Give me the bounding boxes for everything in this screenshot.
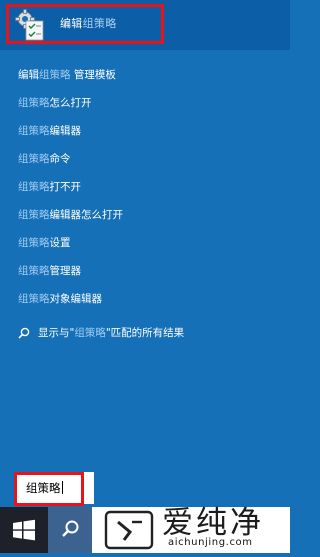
result-item[interactable]: 组策略打不开: [18, 179, 81, 195]
windows-logo-icon: [13, 519, 35, 541]
result-item[interactable]: 组策略命令: [18, 151, 71, 167]
result-item[interactable]: 组策略编辑器怎么打开: [18, 207, 123, 223]
watermark-text: 爱纯净: [162, 505, 264, 541]
result-item[interactable]: 组策略设置: [18, 235, 71, 251]
watermark-url: aichunjing.com: [168, 537, 253, 548]
result-item[interactable]: 组策略怎么打开: [18, 95, 92, 111]
start-button[interactable]: [0, 507, 48, 553]
result-item[interactable]: 组策略管理器: [18, 263, 81, 279]
watermark-logo-icon: [104, 510, 154, 550]
result-item[interactable]: 编辑组策略 管理模板: [18, 67, 116, 83]
result-item[interactable]: 组策略对象编辑器: [18, 291, 102, 307]
taskbar-search-button[interactable]: [48, 507, 92, 553]
web-search-item[interactable]: 显示与"组策略"匹配的所有结果: [38, 325, 184, 341]
result-item[interactable]: 组策略编辑器: [18, 123, 81, 139]
top-result-highlight-box: [6, 4, 164, 44]
search-icon: [18, 327, 30, 339]
search-input-highlight-box: [14, 472, 84, 506]
search-icon: [62, 520, 79, 537]
